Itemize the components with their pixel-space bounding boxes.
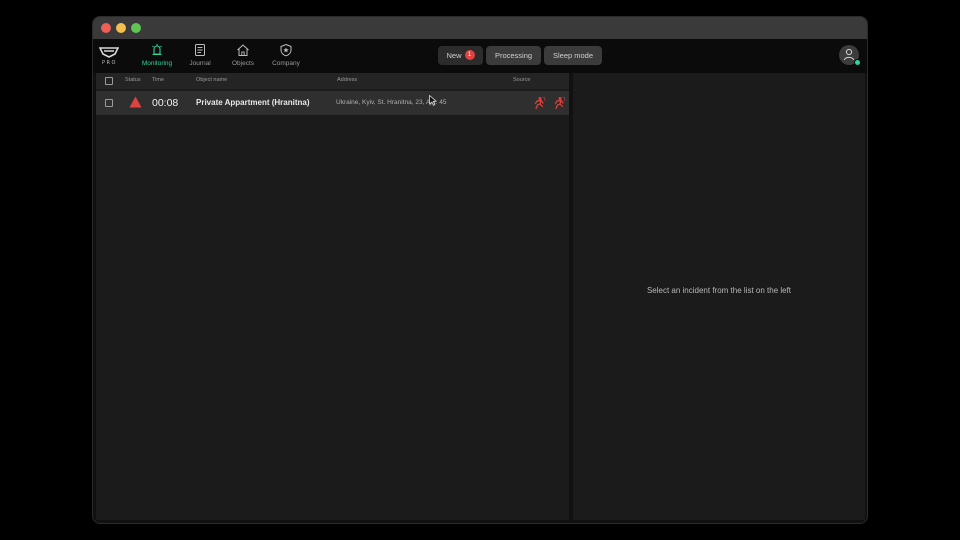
nav-label-company: Company (272, 60, 300, 67)
nav-label-journal: Journal (189, 60, 211, 67)
shield-icon (280, 43, 292, 57)
new-count-badge: 1 (464, 50, 475, 61)
close-window-button[interactable] (101, 23, 111, 33)
incident-detail-panel: Select an incident from the list on the … (573, 73, 865, 520)
column-header-address: Address (337, 77, 358, 83)
nav-item-monitoring[interactable]: Monitoring (137, 43, 177, 71)
user-avatar[interactable] (839, 45, 861, 66)
select-all-checkbox[interactable] (105, 77, 113, 85)
tab-new-label: New (446, 51, 462, 60)
top-navigation-bar: PRO Monitoring Journal Objects Company N… (93, 39, 867, 73)
empty-state-message: Select an incident from the list on the … (646, 286, 792, 295)
tab-processing-label: Processing (494, 51, 533, 60)
column-header-source: Source (513, 77, 531, 83)
nav-item-objects[interactable]: Objects (223, 43, 263, 71)
nav-item-company[interactable]: Company (266, 43, 306, 71)
mouse-cursor-icon (429, 95, 437, 106)
nav-label-objects: Objects (231, 60, 255, 67)
incident-object-name: Private Appartment (Hranitna) (196, 98, 310, 107)
zoom-window-button[interactable] (131, 23, 141, 33)
journal-icon (195, 44, 205, 56)
house-icon (237, 44, 249, 56)
tab-sleep-mode[interactable]: Sleep mode (544, 46, 602, 65)
tab-new[interactable]: New 1 (438, 46, 483, 65)
tab-processing[interactable]: Processing (486, 46, 541, 65)
nav-label-monitoring: Monitoring (141, 60, 173, 67)
nav-item-journal[interactable]: Journal (180, 43, 220, 71)
incident-list-panel: Status Time Object name Address Source 0… (96, 73, 569, 520)
column-header-time: Time (152, 77, 165, 83)
row-checkbox[interactable] (105, 99, 113, 107)
app-window: PRO Monitoring Journal Objects Company N… (92, 16, 868, 524)
incident-time: 00:08 (152, 97, 179, 109)
table-header: Status Time Object name Address Source (96, 73, 569, 89)
table-row[interactable]: 00:08 Private Appartment (Hranitna) Ukra… (96, 91, 569, 115)
column-header-status: Status (125, 77, 141, 83)
column-header-object-name: Object name (196, 77, 228, 83)
online-status-indicator (854, 59, 861, 66)
brand-logo-text: PRO (102, 60, 117, 66)
title-bar (93, 17, 867, 39)
alarm-triangle-icon (129, 96, 142, 108)
motion-detector-icon[interactable] (552, 96, 566, 110)
minimize-window-button[interactable] (116, 23, 126, 33)
motion-detector-icon[interactable] (532, 96, 546, 110)
user-icon (844, 48, 854, 61)
tab-sleep-mode-label: Sleep mode (552, 51, 594, 60)
alarm-bell-icon (152, 44, 162, 56)
